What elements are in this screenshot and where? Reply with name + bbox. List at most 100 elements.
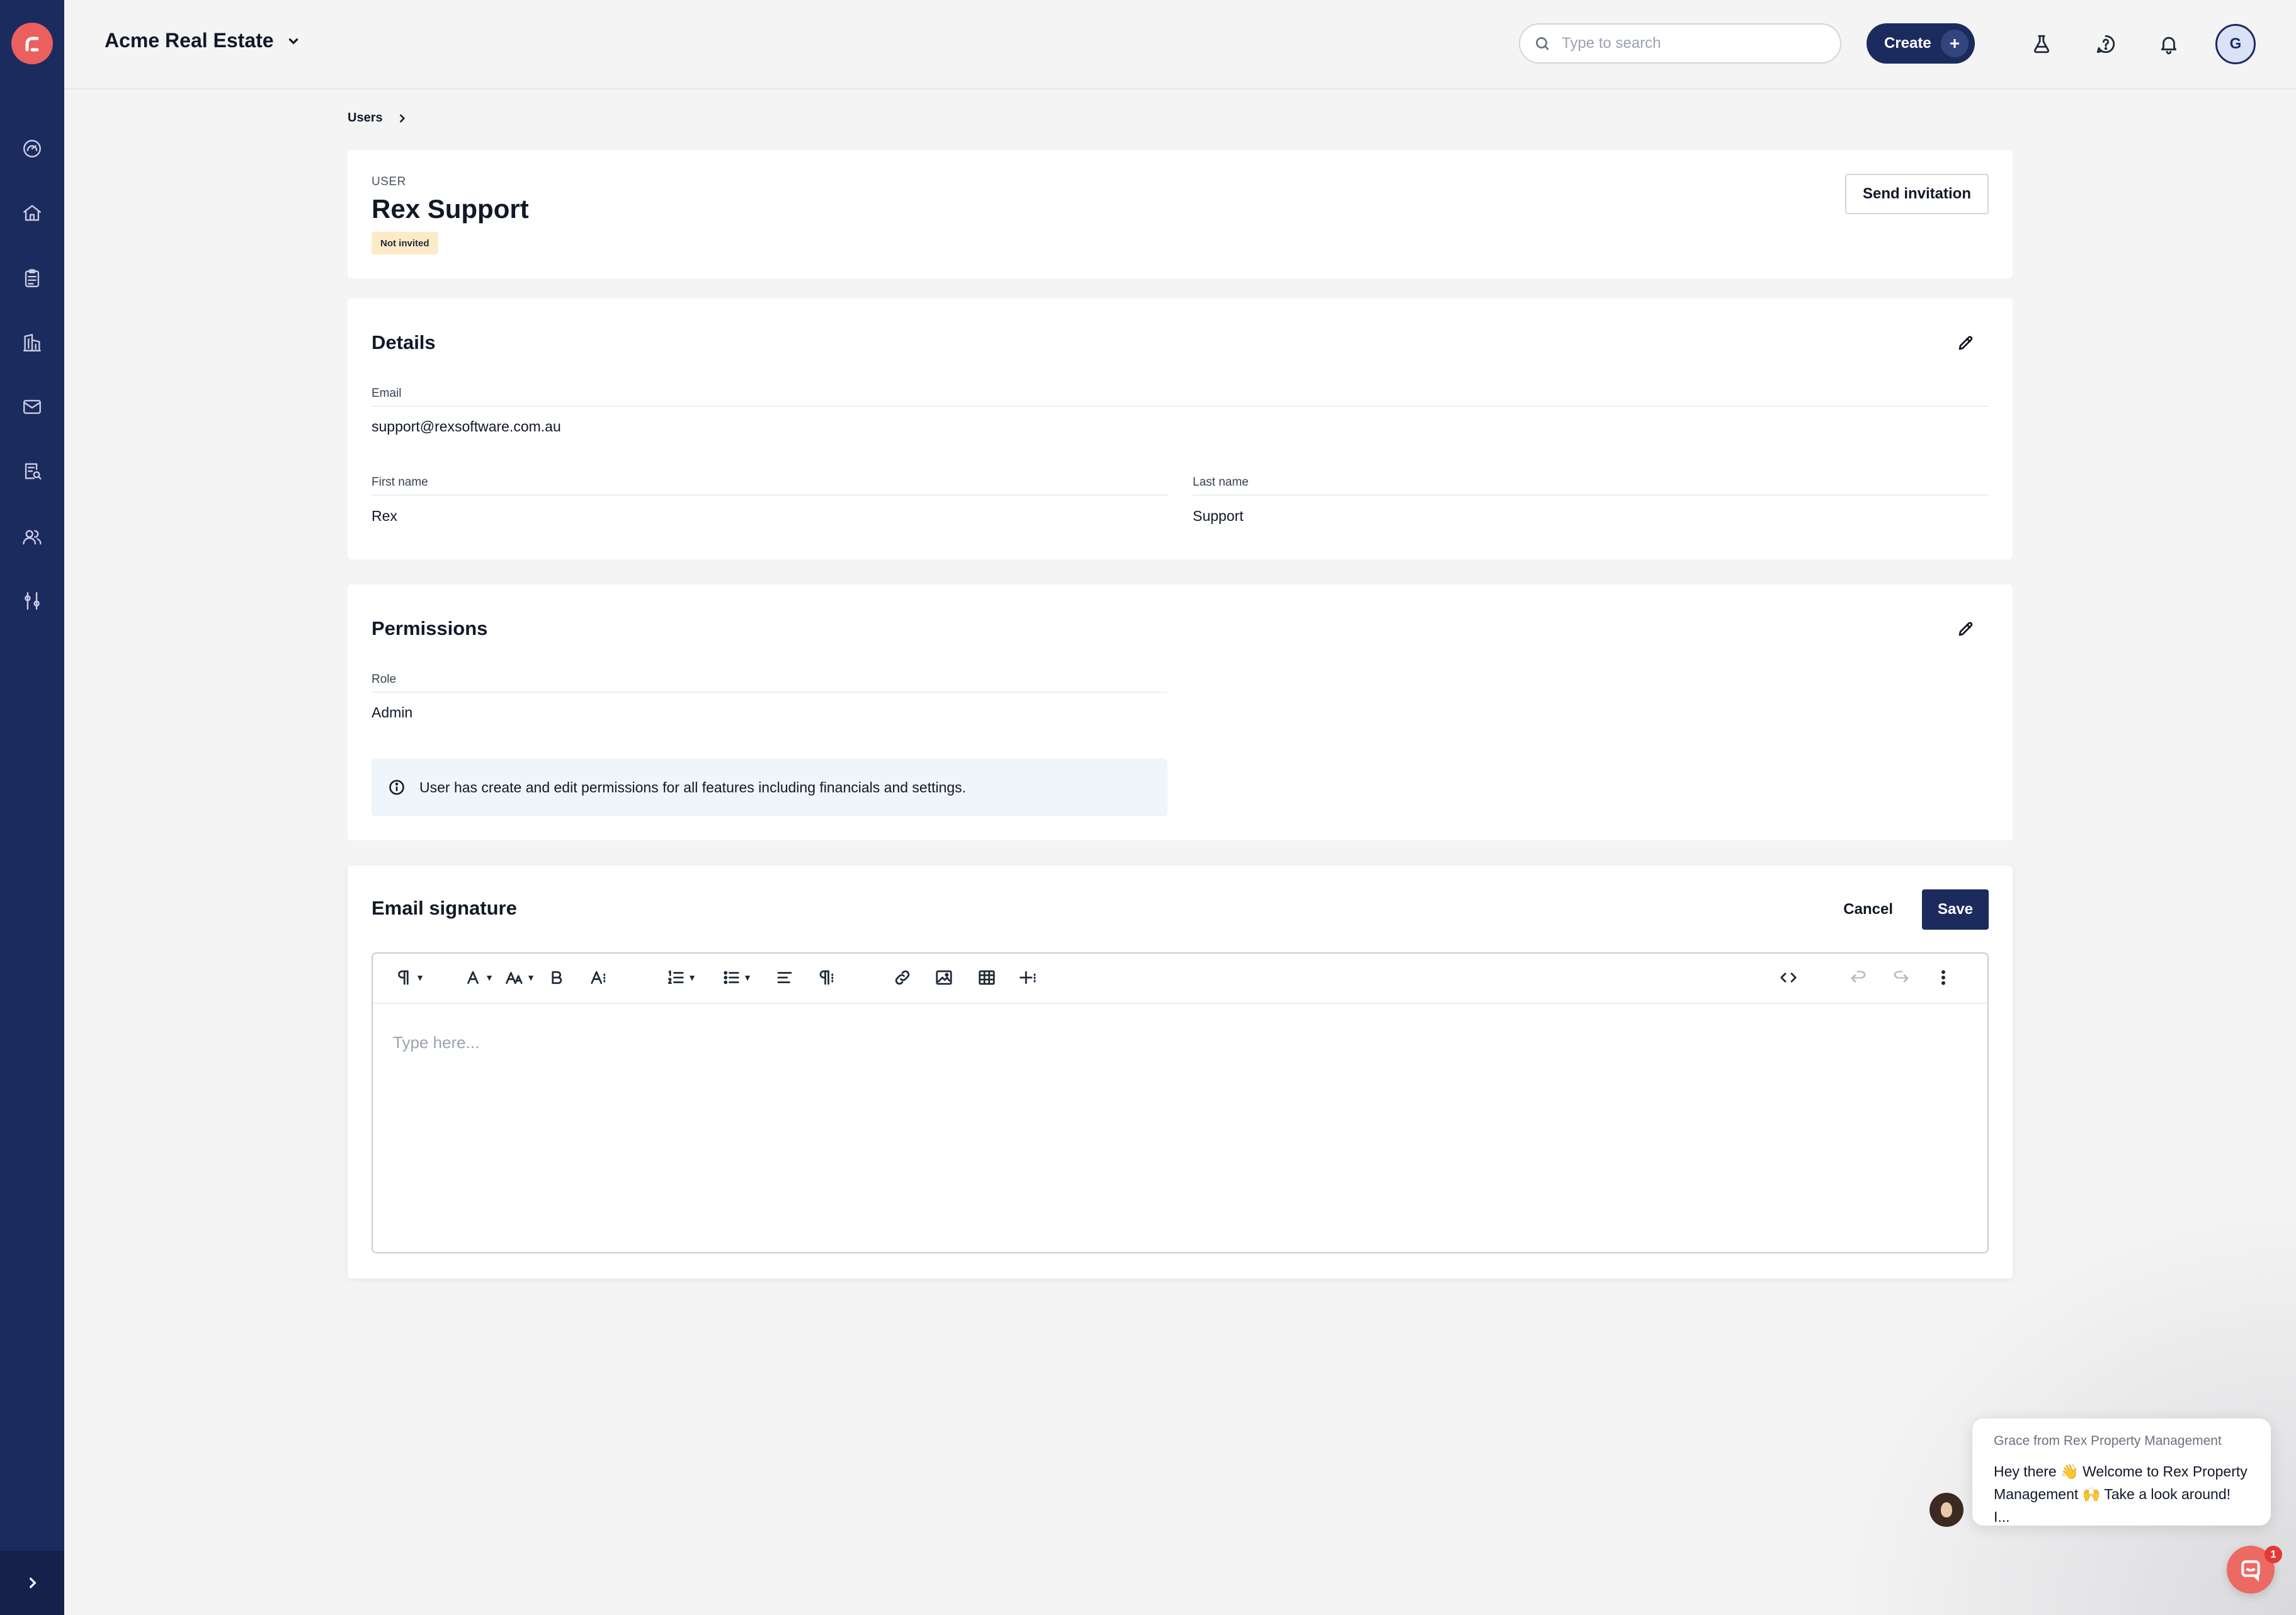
search-box[interactable] <box>1519 23 1841 64</box>
editor-placeholder[interactable]: Type here... <box>393 1033 479 1053</box>
rex-logo-icon[interactable] <box>11 23 53 64</box>
insert-image-button[interactable] <box>929 962 958 993</box>
sidebar <box>0 0 64 1615</box>
more-options-button[interactable] <box>1931 962 1956 993</box>
send-invitation-button[interactable]: Send invitation <box>1844 174 1989 214</box>
plus-icon <box>1941 30 1969 57</box>
breadcrumb-users-link[interactable]: Users <box>348 111 383 125</box>
email-value: support@rexsoftware.com.au <box>372 418 561 435</box>
role-value: Admin <box>372 704 413 721</box>
sidebar-item-tasks[interactable] <box>13 260 51 297</box>
sidebar-expand-button[interactable] <box>0 1551 64 1615</box>
chat-agent-avatar <box>1929 1493 1964 1527</box>
user-header-card: USER Rex Support Not invited Send invita… <box>348 150 2013 278</box>
align-left-icon <box>777 972 792 983</box>
cancel-button[interactable]: Cancel <box>1843 889 1893 930</box>
insert-table-button[interactable] <box>972 962 1001 993</box>
pilcrow-icon <box>398 970 409 985</box>
corner-shadow <box>1826 1197 2296 1615</box>
mail-icon <box>23 399 41 414</box>
undo-button[interactable] <box>1844 962 1873 993</box>
help-button[interactable] <box>2088 26 2123 62</box>
redo-icon <box>1894 971 1909 983</box>
account-name: Acme Real Estate <box>105 29 274 52</box>
user-avatar[interactable]: G <box>2215 24 2256 64</box>
undo-icon <box>1851 971 1866 983</box>
text-more-icon <box>591 971 606 984</box>
first-name-value: Rex <box>372 508 397 524</box>
unordered-list-button[interactable]: ▼ <box>718 962 756 993</box>
email-label: Email <box>372 387 1989 407</box>
notifications-button[interactable] <box>2151 26 2186 62</box>
sidebar-item-users[interactable] <box>13 518 51 556</box>
info-icon <box>389 780 404 795</box>
sidebar-item-reports[interactable] <box>13 452 51 490</box>
chat-message-line-1: Hey there 👋 Welcome to Rex Property <box>1994 1463 2248 1480</box>
last-name-label: Last name <box>1193 476 1989 496</box>
more-insert-button[interactable] <box>1014 962 1043 993</box>
last-name-value: Support <box>1193 508 1244 524</box>
sidebar-item-messages[interactable] <box>13 388 51 426</box>
pencil-icon <box>1958 336 1973 350</box>
chevron-right-icon <box>29 1577 37 1589</box>
dashboard-icon <box>23 140 41 157</box>
bold-icon <box>552 971 562 984</box>
rich-text-editor[interactable]: ▼ ▼ ▼ ▼ ▼ Type here... <box>372 952 1989 1253</box>
image-icon <box>936 970 952 985</box>
font-size-button[interactable]: ▼ <box>501 962 539 993</box>
details-card: Details Email support@rexsoftware.com.au… <box>348 299 2013 559</box>
clipboard-icon <box>25 269 40 287</box>
email-signature-card: Email signature Cancel Save ▼ ▼ ▼ ▼ ▼ Ty… <box>348 865 2013 1279</box>
bold-button[interactable] <box>543 962 571 993</box>
labs-button[interactable] <box>2024 26 2059 62</box>
chat-sender: Grace from Rex Property Management <box>1994 1434 2222 1448</box>
chat-preview-card[interactable]: Grace from Rex Property Management Hey t… <box>1972 1418 2271 1526</box>
sidebar-item-dashboard[interactable] <box>13 130 51 168</box>
flask-icon <box>2033 35 2050 54</box>
paragraph-more-icon <box>819 970 834 985</box>
create-button[interactable]: Create <box>1867 23 1975 64</box>
building-icon <box>23 334 41 351</box>
role-info-banner: User has create and edit permissions for… <box>372 758 1168 816</box>
permissions-title: Permissions <box>372 617 488 639</box>
email-signature-title: Email signature <box>372 897 517 919</box>
help-chat-icon <box>2096 35 2115 54</box>
more-text-button[interactable] <box>583 962 615 993</box>
pencil-icon <box>1958 622 1973 636</box>
settings-sliders-icon <box>25 592 40 610</box>
details-title: Details <box>372 331 436 353</box>
chevron-right-icon <box>399 113 405 123</box>
code-view-button[interactable] <box>1773 962 1804 993</box>
chat-message: Hey there 👋 Welcome to Rex Property Mana… <box>1994 1460 2249 1528</box>
ordered-list-button[interactable]: ▼ <box>662 962 700 993</box>
search-input[interactable] <box>1560 34 1815 53</box>
edit-permissions-button[interactable] <box>1952 615 1980 642</box>
insert-link-button[interactable] <box>888 962 917 993</box>
more-paragraph-button[interactable] <box>812 962 841 993</box>
sidebar-item-buildings[interactable] <box>13 324 51 362</box>
sidebar-item-properties[interactable] <box>13 194 51 232</box>
breadcrumb: Users <box>348 111 408 125</box>
account-switcher[interactable]: Acme Real Estate <box>105 29 302 52</box>
align-button[interactable] <box>771 962 798 993</box>
link-icon <box>895 970 910 985</box>
permissions-card: Permissions Role Admin User has create a… <box>348 585 2013 840</box>
chat-message-line-2: Management 🙌 Take a look around! I... <box>1994 1486 2231 1525</box>
table-icon <box>979 970 995 985</box>
font-size-icon <box>506 972 523 984</box>
bullet-list-icon <box>724 971 739 984</box>
insert-more-icon <box>1020 971 1036 984</box>
edit-details-button[interactable] <box>1952 329 1980 357</box>
ordered-list-icon <box>668 970 684 984</box>
font-color-button[interactable]: ▼ <box>461 962 496 993</box>
redo-button[interactable] <box>1887 962 1916 993</box>
status-badge: Not invited <box>372 232 438 254</box>
bell-icon <box>2161 37 2177 55</box>
paragraph-format-button[interactable]: ▼ <box>392 962 427 993</box>
save-button[interactable]: Save <box>1922 889 1989 930</box>
editor-toolbar: ▼ ▼ ▼ ▼ ▼ <box>373 954 1987 1004</box>
chevron-down-icon <box>288 38 298 45</box>
sidebar-item-settings[interactable] <box>13 582 51 620</box>
role-info-text: User has create and edit permissions for… <box>419 779 967 796</box>
font-color-icon <box>467 971 479 984</box>
